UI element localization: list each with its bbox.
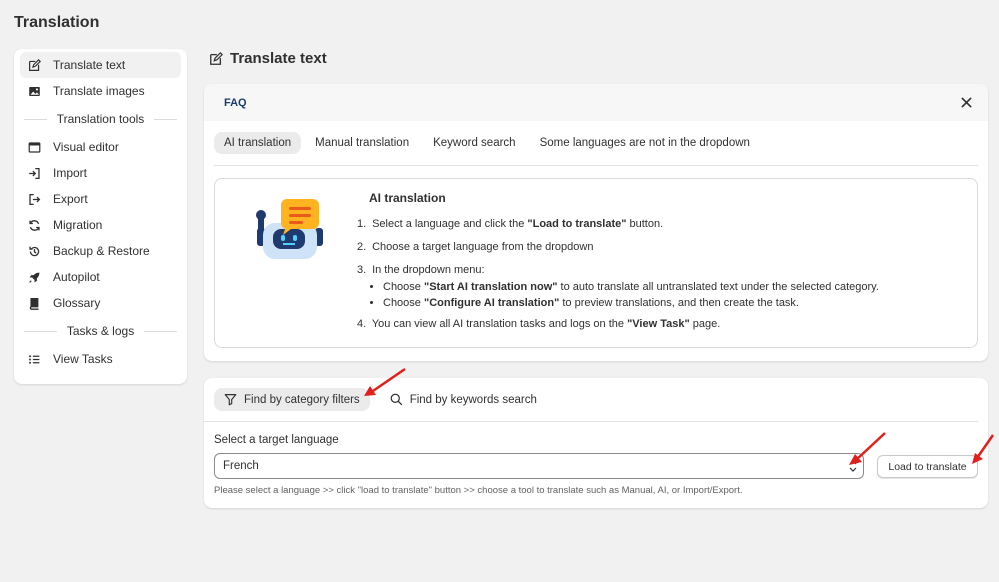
ai-translation-panel: AI translation 1. Select a language and … [214, 178, 978, 348]
faq-label: FAQ [224, 96, 247, 109]
step-3: 3. In the dropdown menu: [357, 264, 485, 276]
ai-steps: 1. Select a language and click the "Load… [357, 217, 879, 340]
sidebar-item-label: Export [53, 192, 88, 206]
sidebar-item-label: Visual editor [53, 140, 119, 154]
edit-icon [27, 58, 41, 72]
robot-chat-icon [256, 199, 323, 259]
annotation-arrow-icon [972, 434, 995, 464]
sidebar-item-translate-text[interactable]: Translate text [20, 52, 181, 78]
faq-card: FAQ AI translation Manual translation Ke… [204, 84, 988, 361]
ai-translation-title: AI translation [369, 191, 446, 205]
step-4: 4. You can view all AI translation tasks… [357, 318, 721, 330]
sidebar-item-label: Glossary [53, 296, 101, 310]
faq-tabs: AI translation Manual translation Keywor… [214, 121, 978, 166]
help-text: Please select a language >> click "load … [214, 485, 743, 496]
browser-icon [27, 140, 41, 154]
sidebar-item-label: View Tasks [53, 352, 113, 366]
annotation-arrow-icon [849, 432, 886, 465]
step-3-option-start: Choose "Start AI translation now" to aut… [383, 280, 879, 294]
sidebar-item-label: Translate images [53, 84, 145, 98]
edit-icon [210, 51, 223, 65]
step-3-options: Choose "Start AI translation now" to aut… [383, 280, 879, 310]
sidebar-item-translate-images[interactable]: Translate images [20, 78, 181, 104]
mode-category-filters[interactable]: Find by category filters [214, 388, 370, 411]
sidebar-item-label: Backup & Restore [53, 244, 150, 258]
step-3-option-configure: Choose "Configure AI translation" to pre… [383, 296, 879, 310]
sidebar-item-visual-editor[interactable]: Visual editor [20, 134, 181, 160]
sidebar-item-autopilot[interactable]: Autopilot [20, 264, 181, 290]
sidebar: Translate text Translate images Translat… [14, 49, 187, 384]
load-to-translate-button[interactable]: Load to translate [877, 455, 978, 478]
tab-ai-translation[interactable]: AI translation [214, 132, 302, 154]
export-icon [27, 192, 41, 206]
main-title-text: Translate text [230, 50, 327, 67]
close-icon[interactable] [958, 95, 974, 111]
book-icon [27, 296, 41, 310]
image-icon [27, 84, 41, 98]
refresh-icon [27, 218, 41, 232]
sidebar-item-view-tasks[interactable]: View Tasks [20, 346, 181, 372]
step-2: 2. Choose a target language from the dro… [357, 241, 594, 253]
target-language-label: Select a target language [214, 434, 339, 446]
tab-languages-not-in-dropdown[interactable]: Some languages are not in the dropdown [530, 132, 760, 154]
sidebar-item-label: Translate text [53, 58, 126, 72]
sidebar-item-import[interactable]: Import [20, 160, 181, 186]
tab-manual-translation[interactable]: Manual translation [305, 132, 419, 154]
tab-keyword-search[interactable]: Keyword search [423, 132, 525, 154]
sidebar-item-label: Autopilot [53, 270, 100, 284]
target-language-value: French [223, 460, 259, 472]
import-icon [27, 166, 41, 180]
target-language-select[interactable]: French [214, 453, 864, 479]
sidebar-item-glossary[interactable]: Glossary [20, 290, 181, 316]
sidebar-group-tasks-logs: Tasks & logs [20, 316, 181, 346]
annotation-arrow-icon [364, 367, 406, 396]
page-title: Translation [14, 14, 100, 31]
filter-icon [224, 394, 237, 406]
list-icon [27, 352, 41, 366]
step-1: 1. Select a language and click the "Load… [357, 218, 664, 230]
sidebar-group-translation-tools: Translation tools [20, 104, 181, 134]
find-mode-row: Find by category filters Find by keyword… [204, 378, 978, 422]
rocket-icon [27, 270, 41, 284]
faq-header: FAQ [204, 84, 988, 121]
sidebar-item-label: Migration [53, 218, 103, 232]
sidebar-item-export[interactable]: Export [20, 186, 181, 212]
history-icon [27, 244, 41, 258]
sidebar-item-migration[interactable]: Migration [20, 212, 181, 238]
main-title: Translate text [209, 50, 327, 67]
sidebar-item-backup-restore[interactable]: Backup & Restore [20, 238, 181, 264]
sidebar-item-label: Import [53, 166, 88, 180]
